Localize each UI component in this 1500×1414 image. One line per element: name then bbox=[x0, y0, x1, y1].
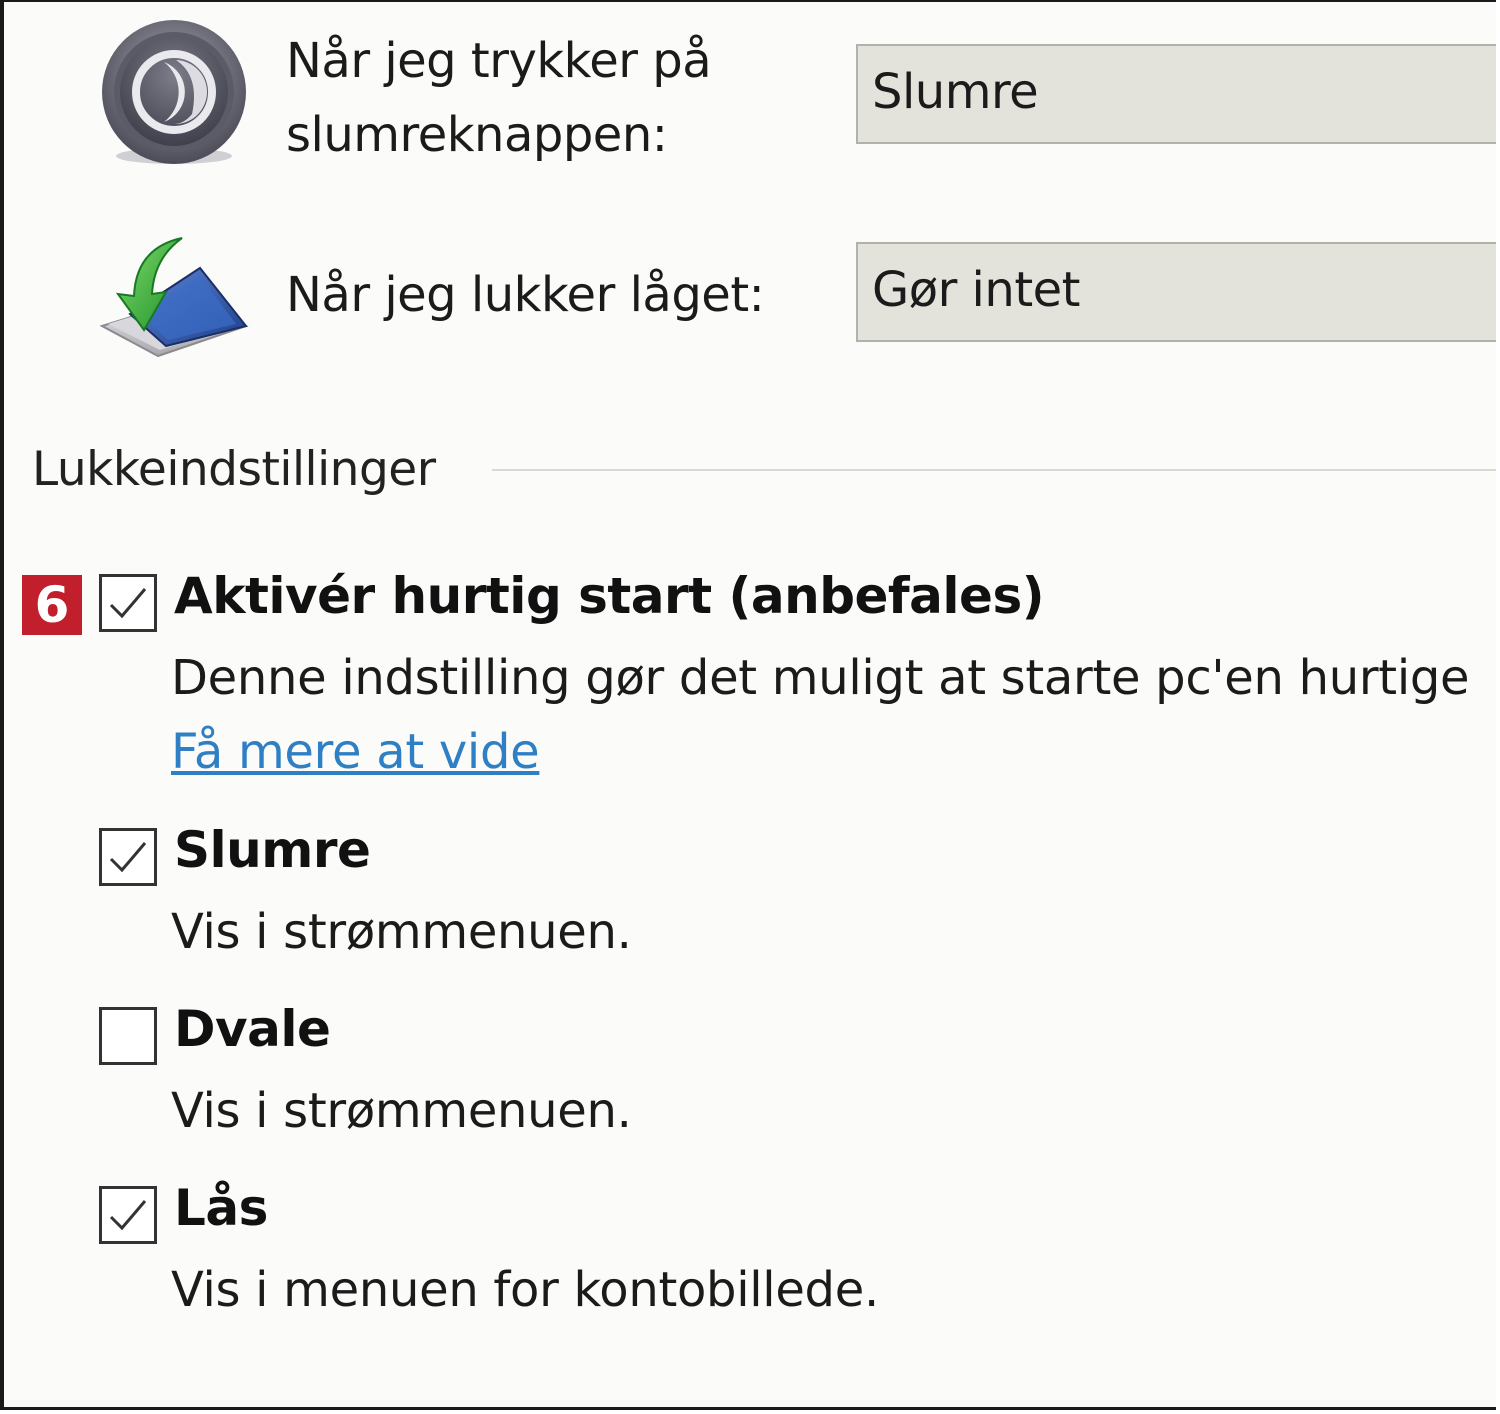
sleep-button-label-line2: slumreknappen: bbox=[286, 107, 668, 163]
hibernate-option-description: Vis i strømmenuen. bbox=[171, 1083, 632, 1139]
checkmark-icon bbox=[109, 588, 147, 619]
hibernate-option-title: Dvale bbox=[174, 1000, 331, 1058]
lid-action-select[interactable]: Gør intet bbox=[856, 242, 1496, 342]
fast-startup-checkbox[interactable] bbox=[99, 574, 157, 632]
lock-option-title: Lås bbox=[174, 1179, 268, 1237]
lock-checkbox[interactable] bbox=[99, 1186, 157, 1244]
sleep-option-title: Slumre bbox=[174, 821, 371, 879]
lock-option-description: Vis i menuen for kontobillede. bbox=[171, 1262, 879, 1318]
sleep-checkbox[interactable] bbox=[99, 828, 157, 886]
sleep-button-action-select[interactable]: Slumre bbox=[856, 44, 1496, 144]
sleep-button-label-line1: Når jeg trykker på bbox=[286, 33, 712, 89]
laptop-lid-close-icon bbox=[96, 228, 252, 368]
power-options-panel: Når jeg trykker på slumreknappen: Slumre bbox=[0, 0, 1496, 1410]
fast-startup-description: Denne indstilling gør det muligt at star… bbox=[171, 650, 1470, 706]
checkmark-icon bbox=[109, 842, 147, 873]
lid-label: Når jeg lukker låget: bbox=[286, 267, 765, 323]
learn-more-link[interactable]: Få mere at vide bbox=[171, 724, 540, 780]
step-number-badge: 6 bbox=[22, 575, 82, 635]
power-sleep-icon bbox=[96, 16, 252, 172]
fast-startup-title: Aktivér hurtig start (anbefales) bbox=[174, 567, 1045, 625]
section-divider bbox=[492, 469, 1496, 471]
hibernate-checkbox[interactable] bbox=[99, 1007, 157, 1065]
shutdown-settings-heading: Lukkeindstillinger bbox=[32, 442, 436, 497]
sleep-option-description: Vis i strømmenuen. bbox=[171, 904, 632, 960]
checkmark-icon bbox=[109, 1200, 147, 1231]
sleep-button-action-value: Slumre bbox=[872, 64, 1039, 120]
lid-action-value: Gør intet bbox=[872, 262, 1080, 318]
